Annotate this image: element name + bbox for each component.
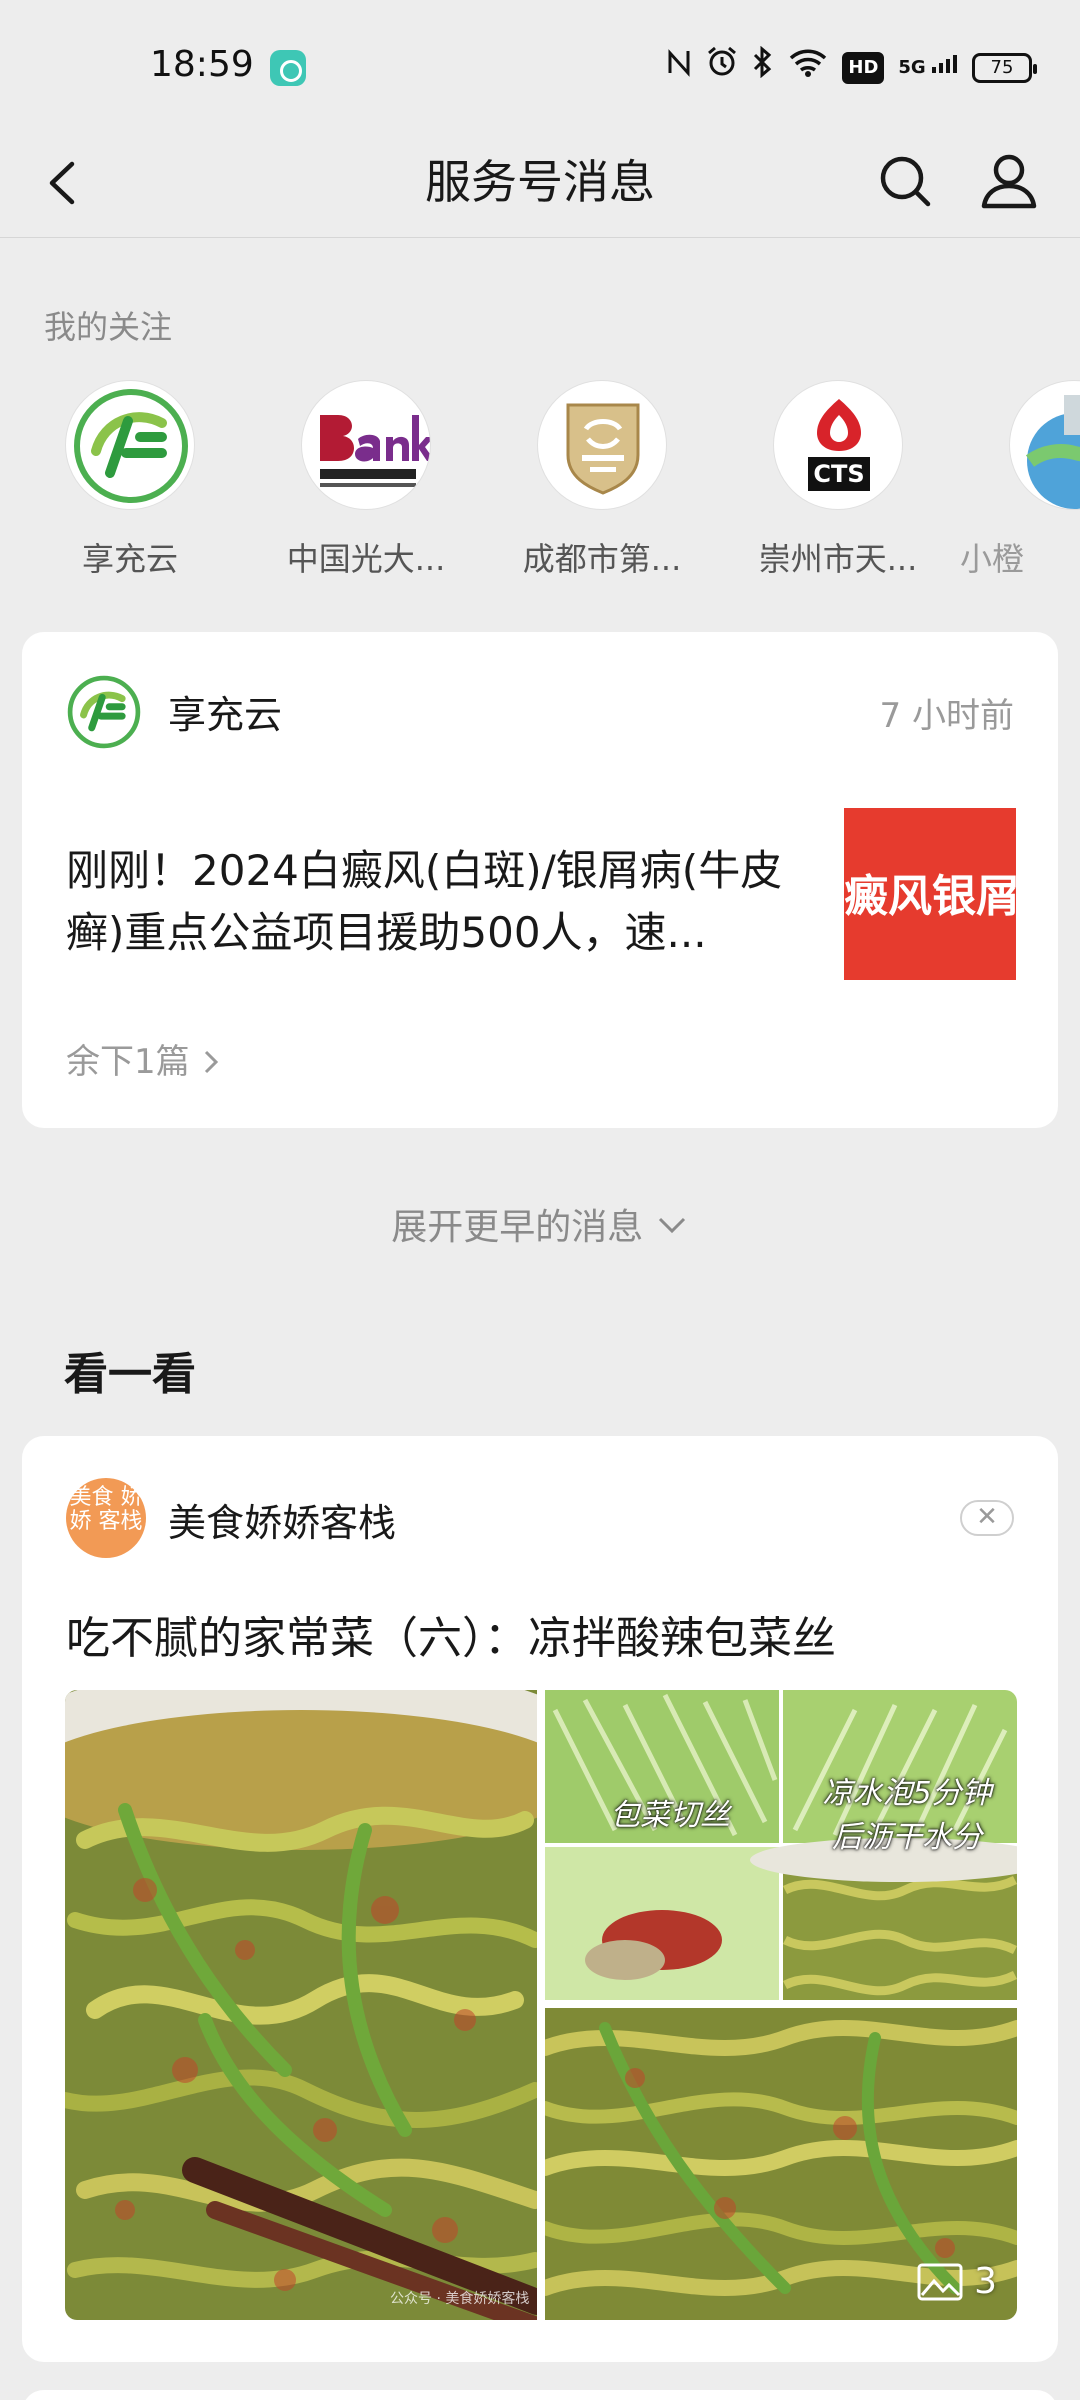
article-thumbnail[interactable]: 癜风银屑 xyxy=(844,808,1016,980)
finished-dish-image[interactable]: 3 xyxy=(545,2008,1017,2320)
follow-name: 崇州市天... xyxy=(758,540,918,578)
chengdu-org-logo xyxy=(537,380,667,510)
follow-item-xiaocheng[interactable]: 小橙 xyxy=(956,380,1080,580)
wifi-icon xyxy=(788,46,828,89)
source-name[interactable]: 享充云 xyxy=(168,684,282,739)
main-food-image[interactable]: 公众号 · 美食娇娇客栈 xyxy=(65,1690,537,2320)
xiangchongyun-logo xyxy=(65,380,195,510)
expand-label: 展开更早的消息 xyxy=(391,1207,644,1248)
thumbnail-text: 癜风银屑 xyxy=(844,871,1016,922)
follow-item-chengdu[interactable]: 成都市第... xyxy=(484,380,720,580)
network-badge: 5G xyxy=(898,48,958,88)
food-source-name[interactable]: 美食娇娇客栈 xyxy=(168,1492,396,1547)
remaining-articles-label: 余下1篇 xyxy=(66,1042,190,1082)
remaining-articles-link[interactable]: 余下1篇 xyxy=(66,1034,222,1083)
image-count-value: 3 xyxy=(974,2261,997,2302)
follow-list: 享充云 中国光大... 成都市第... CTS 崇州市天... 小橙 xyxy=(0,380,1080,580)
status-time: 18:59 xyxy=(150,44,254,85)
chevron-down-icon xyxy=(658,1217,685,1234)
next-card-edge xyxy=(22,2390,1058,2400)
food-source-avatar: 美食 娇娇 客栈 xyxy=(66,1478,146,1558)
recommend-card[interactable]: 美食 娇娇 客栈 美食娇娇客栈 ✕ 吃不腻的家常菜（六）：凉拌酸辣包菜丝 公众号… xyxy=(22,1436,1058,2362)
nav-bar: 服务号消息 xyxy=(0,130,1080,238)
everbright-bank-logo xyxy=(301,380,431,510)
search-icon xyxy=(880,156,931,207)
profile-button[interactable] xyxy=(974,146,1044,216)
image-gallery[interactable]: 公众号 · 美食娇娇客栈 包菜切丝 凉水泡5分钟 后沥干水分 3 xyxy=(65,1690,1017,2320)
hd-badge: HD xyxy=(842,51,885,84)
follow-item-chongzhou[interactable]: CTS 崇州市天... xyxy=(720,380,956,580)
nfc-icon xyxy=(666,47,692,88)
svg-text:CTS: CTS xyxy=(813,460,864,488)
step-caption-1: 包菜切丝 xyxy=(610,1798,730,1833)
network-label: 5G xyxy=(898,56,926,78)
step-caption-2: 凉水泡5分钟 后沥干水分 xyxy=(822,1776,992,1855)
chongzhou-logo: CTS xyxy=(773,380,903,510)
expand-earlier-messages[interactable]: 展开更早的消息 xyxy=(0,1198,1080,1250)
message-time: 7 小时前 xyxy=(879,696,1014,736)
xiaocheng-logo xyxy=(1009,380,1080,510)
status-icons: HD 5G 75 xyxy=(666,45,1037,89)
image-watermark: 公众号 · 美食娇娇客栈 xyxy=(390,2291,530,2307)
follow-name: 小橙 xyxy=(960,540,1025,578)
message-card[interactable]: 享充云 7 小时前 刚刚！2024白癜风(白斑)/银屑病(牛皮癣)重点公益项目援… xyxy=(22,632,1058,1128)
image-count: 3 xyxy=(916,2261,997,2302)
status-bar: 18:59 HD 5G 75 xyxy=(0,0,1080,130)
follow-section-label: 我的关注 xyxy=(44,308,173,346)
chevron-right-icon xyxy=(205,1050,219,1074)
follow-item-everbright-bank[interactable]: 中国光大... xyxy=(248,380,484,580)
source-avatar xyxy=(66,674,142,750)
search-button[interactable] xyxy=(870,146,940,216)
bluetooth-icon xyxy=(752,45,774,89)
section-title: 看一看 xyxy=(64,1349,196,1400)
follow-name: 成都市第... xyxy=(522,540,682,578)
article-title[interactable]: 刚刚！2024白癜风(白斑)/银屑病(牛皮癣)重点公益项目援助500人，速... xyxy=(66,840,826,964)
food-article-title[interactable]: 吃不腻的家常菜（六）：凉拌酸辣包菜丝 xyxy=(66,1602,836,1666)
user-icon xyxy=(981,154,1037,209)
dismiss-button[interactable]: ✕ xyxy=(960,1500,1014,1536)
image-icon xyxy=(917,2263,963,2300)
battery-indicator: 75 xyxy=(972,52,1037,83)
step-images[interactable]: 包菜切丝 凉水泡5分钟 后沥干水分 xyxy=(545,1690,1017,2000)
follow-name: 享充云 xyxy=(81,540,178,578)
notification-app-icon xyxy=(270,50,306,86)
alarm-icon xyxy=(706,46,738,89)
follow-name: 中国光大... xyxy=(286,540,446,578)
follow-item-xiangchongyun[interactable]: 享充云 xyxy=(12,380,248,580)
